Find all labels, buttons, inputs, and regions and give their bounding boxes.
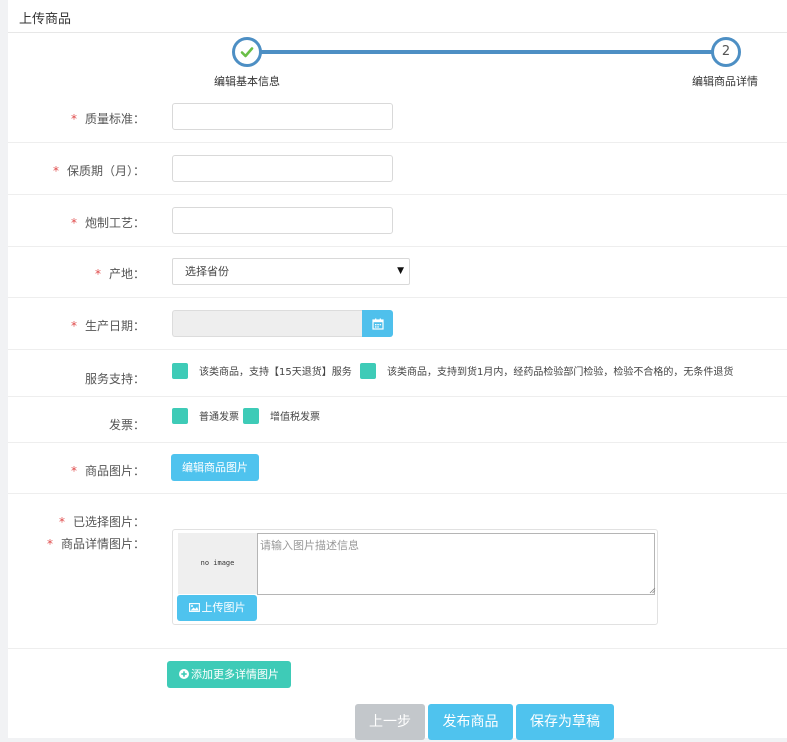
service-label: 服务支持：: [84, 372, 145, 386]
shelf-life-input[interactable]: [172, 155, 393, 182]
province-select[interactable]: 选择省份 ▼: [172, 258, 410, 285]
invoice-checkbox-vat[interactable]: [243, 408, 259, 424]
service-checkbox-inspection[interactable]: [360, 363, 376, 379]
row-origin: * 产地： 选择省份 ▼: [8, 247, 787, 298]
selected-image-label: * 已选择图片：: [58, 515, 145, 529]
service-option-1: 该类商品，支持【15天退货】服务: [199, 367, 352, 378]
row-process: * 炮制工艺：: [8, 195, 787, 247]
panel-header: 上传商品: [8, 0, 787, 33]
required-mark: *: [58, 515, 65, 529]
row-production-date: * 生产日期：: [8, 298, 787, 350]
invoice-label: 发票：: [108, 418, 145, 432]
required-mark: *: [52, 164, 59, 178]
step-wizard: 2 编辑基本信息 编辑商品详情: [8, 33, 787, 93]
step-connector: [261, 50, 722, 54]
row-product-image: * 商品图片： 编辑商品图片: [8, 443, 787, 494]
step-2-label: 编辑商品详情: [692, 75, 758, 88]
required-mark: *: [70, 216, 77, 230]
production-date-label: * 生产日期：: [70, 319, 145, 333]
detail-image-card: no image 请输入图片描述信息 上传图片: [172, 529, 658, 625]
service-option-2: 该类商品，支持到货1月内，经药品检验部门检验，检验不合格的，无条件退货: [387, 367, 734, 378]
image-icon: [188, 603, 200, 612]
origin-label: * 产地：: [94, 267, 145, 281]
add-more-detail-images-button[interactable]: 添加更多详情图片: [167, 661, 291, 688]
detail-image-label: * 商品详情图片：: [46, 537, 145, 551]
quality-input[interactable]: [172, 103, 393, 130]
invoice-option-1: 普通发票: [199, 412, 239, 423]
calendar-icon: [372, 318, 384, 330]
resize-grip-icon[interactable]: [649, 587, 656, 594]
save-draft-button[interactable]: 保存为草稿: [516, 704, 614, 740]
required-mark: *: [46, 537, 53, 551]
required-mark: *: [70, 112, 77, 126]
process-label: * 炮制工艺：: [70, 216, 145, 230]
row-invoice: 发票： 普通发票 增值税发票: [8, 397, 787, 443]
image-description-textarea[interactable]: 请输入图片描述信息: [257, 533, 655, 595]
step-1-label: 编辑基本信息: [214, 75, 280, 88]
plus-circle-icon: [179, 669, 189, 679]
previous-step-button[interactable]: 上一步: [355, 704, 425, 740]
invoice-checkbox-normal[interactable]: [172, 408, 188, 424]
production-date-input[interactable]: [172, 310, 362, 337]
row-service: 服务支持： 该类商品，支持【15天退货】服务 该类商品，支持到货1月内，经药品检…: [8, 350, 787, 397]
required-mark: *: [70, 464, 77, 478]
checkmark-icon: [240, 47, 254, 58]
add-more-label: 添加更多详情图片: [191, 668, 279, 681]
edit-product-image-button[interactable]: 编辑商品图片: [171, 454, 259, 481]
step-2-indicator[interactable]: 2: [711, 37, 741, 67]
image-placeholder: no image: [178, 533, 257, 594]
province-select-value: 选择省份: [185, 265, 229, 278]
row-shelf-life: * 保质期（月）：: [8, 143, 787, 195]
service-checkbox-return-15d[interactable]: [172, 363, 188, 379]
dropdown-arrow-icon: ▼: [397, 266, 404, 276]
required-mark: *: [70, 319, 77, 333]
upload-product-panel: 上传商品 2 编辑基本信息 编辑商品详情 * 质量标准： * 保质期（月）： * 炮制…: [8, 0, 787, 738]
publish-product-button[interactable]: 发布商品: [428, 704, 513, 740]
process-input[interactable]: [172, 207, 393, 234]
upload-image-label: 上传图片: [201, 601, 246, 614]
invoice-option-2: 增值税发票: [270, 412, 320, 423]
quality-label: * 质量标准：: [70, 112, 145, 126]
upload-image-button[interactable]: 上传图片: [177, 595, 257, 621]
product-image-label: * 商品图片：: [70, 464, 145, 478]
date-picker-button[interactable]: [362, 310, 393, 337]
row-quality: * 质量标准：: [8, 93, 787, 143]
required-mark: *: [94, 267, 101, 281]
panel-title: 上传商品: [19, 12, 72, 27]
step-1-indicator[interactable]: [232, 37, 262, 67]
shelf-life-label: * 保质期（月）：: [52, 164, 145, 178]
